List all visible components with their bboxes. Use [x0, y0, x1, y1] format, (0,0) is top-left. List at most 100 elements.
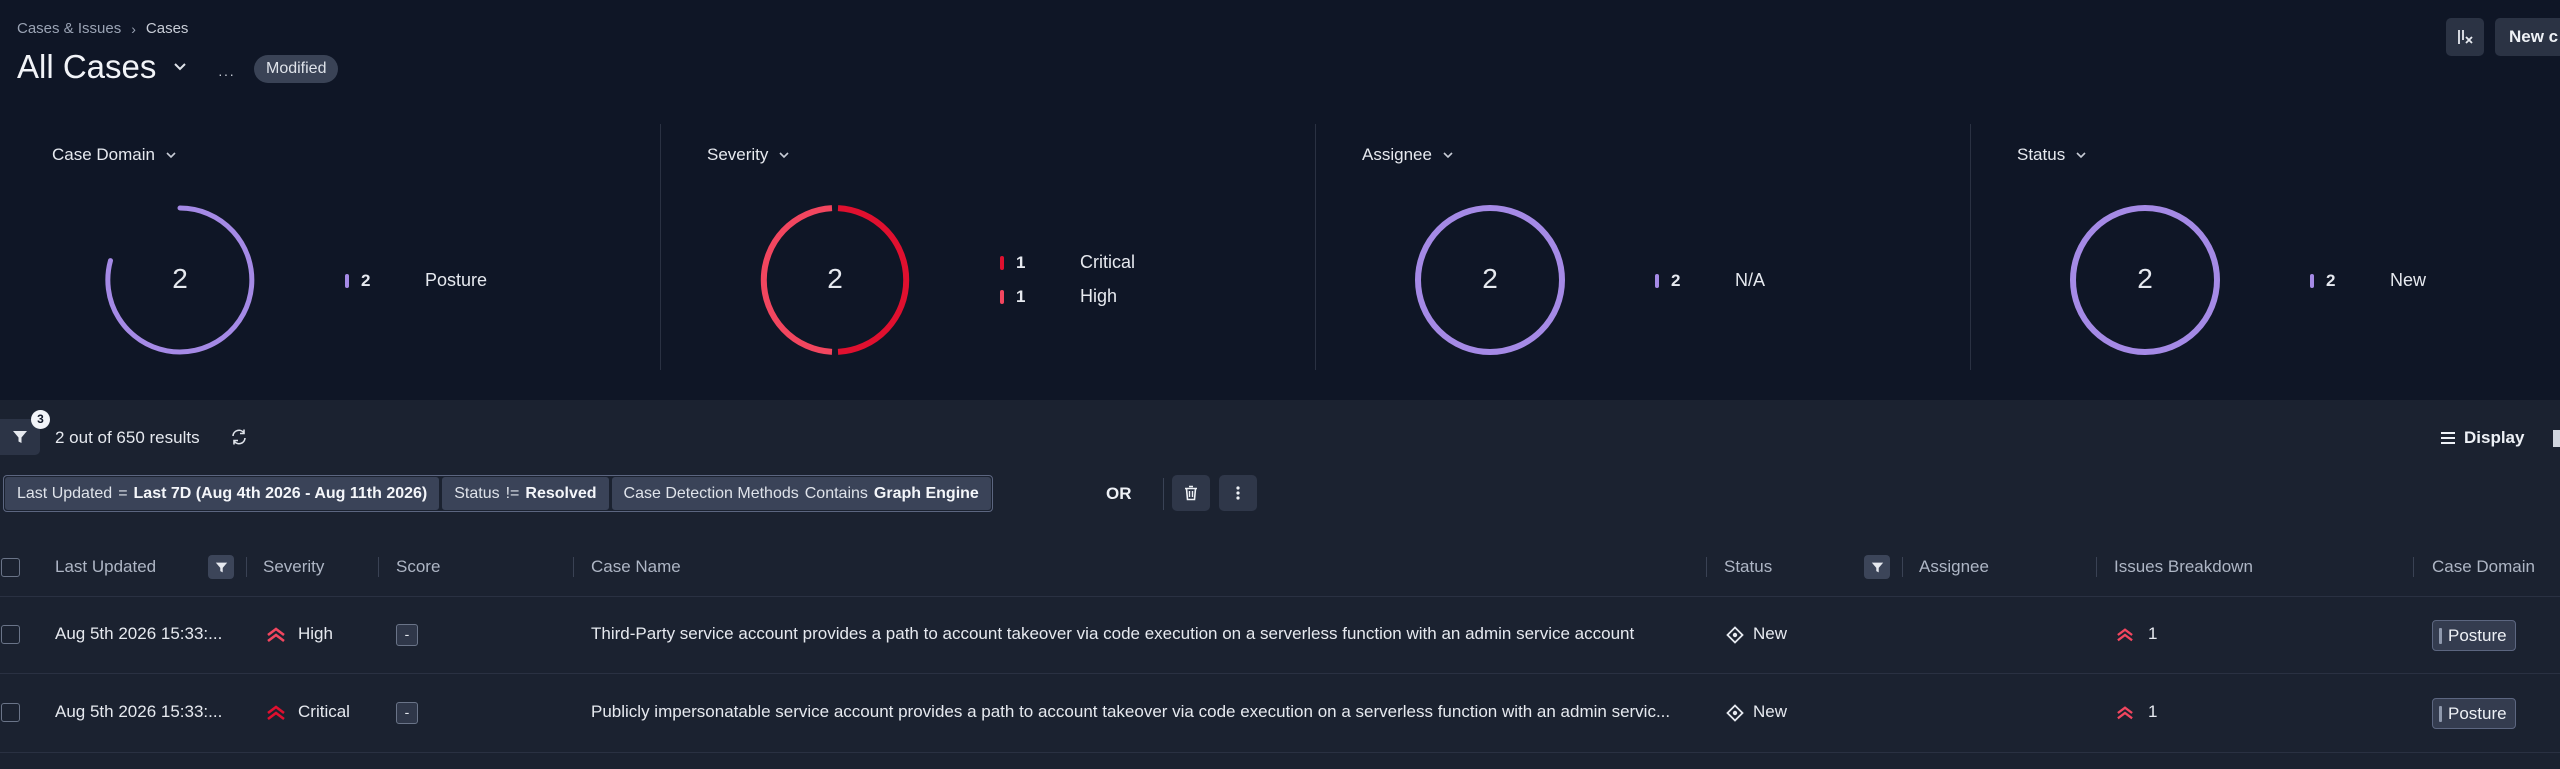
title-chevron-down-icon[interactable] — [172, 58, 188, 79]
filter-field: Status — [454, 484, 500, 502]
column-header-score[interactable]: Score — [396, 557, 440, 577]
widget-title-label: Status — [2017, 145, 2066, 164]
cell-score: - — [396, 624, 418, 646]
more-options-icon[interactable]: ··· — [218, 66, 235, 82]
filter-operator: = — [118, 484, 128, 502]
widget-title-label: Severity — [707, 145, 769, 164]
filter-field: Case Detection Methods — [623, 484, 799, 502]
tag-color-mark — [2439, 705, 2442, 722]
legend-color-bar — [1000, 255, 1004, 270]
tag-color-mark — [2439, 627, 2442, 644]
cell-status: New — [1753, 702, 1788, 721]
column-filter-button[interactable] — [208, 555, 234, 579]
column-header-severity[interactable]: Severity — [263, 557, 324, 577]
results-summary: 2 out of 650 results — [55, 428, 200, 447]
filter-more-button[interactable] — [1219, 475, 1257, 511]
modified-badge: Modified — [254, 55, 339, 83]
column-header-issues-breakdown[interactable]: Issues Breakdown — [2114, 557, 2253, 577]
filter-icon — [215, 562, 227, 572]
row-divider — [0, 673, 2560, 674]
column-filter-button[interactable] — [1864, 555, 1890, 579]
display-label: Display — [2464, 428, 2525, 447]
row-checkbox[interactable] — [1, 625, 20, 644]
filter-group: Last Updated = Last 7D (Aug 4th 2026 - A… — [3, 475, 993, 512]
active-filter-count-badge: 3 — [31, 410, 50, 429]
widget-assignee-title[interactable]: Assignee — [1362, 145, 1454, 165]
column-divider — [2096, 557, 2097, 577]
widget-divider — [1315, 124, 1316, 370]
legend-label: Posture — [425, 270, 488, 290]
new-case-button[interactable]: New c — [2495, 18, 2560, 56]
widget-divider — [660, 124, 661, 370]
column-header-case-domain[interactable]: Case Domain — [2432, 557, 2535, 577]
columns-icon — [2458, 30, 2473, 44]
severity-total: 2 — [827, 263, 843, 294]
tag-label: Posture — [2448, 625, 2507, 645]
filter-chip[interactable]: Last Updated = Last 7D (Aug 4th 2026 - A… — [5, 477, 440, 510]
legend-label: N/A — [1735, 270, 1766, 290]
column-divider — [246, 557, 247, 577]
column-divider — [1902, 557, 1903, 577]
widget-title-label: Case Domain — [52, 145, 155, 164]
column-header-case-name[interactable]: Case Name — [591, 557, 681, 577]
widget-severity-title[interactable]: Severity — [707, 145, 790, 165]
legend-item[interactable]: 1 High — [1000, 286, 1117, 307]
legend-color-bar — [1655, 273, 1659, 288]
filter-chip[interactable]: Status != Resolved — [442, 477, 609, 510]
assignee-total: 2 — [1482, 263, 1498, 294]
breadcrumb: Cases & Issues › Cases — [17, 20, 188, 37]
cell-issues-count: 1 — [2148, 702, 2158, 721]
row-checkbox[interactable] — [1, 703, 20, 722]
column-header-status[interactable]: Status — [1724, 557, 1772, 577]
column-divider — [1706, 557, 1707, 577]
cell-severity: High — [298, 624, 333, 643]
breadcrumb-parent[interactable]: Cases & Issues — [17, 20, 121, 37]
widget-status-title[interactable]: Status — [2017, 145, 2087, 165]
severity-critical-icon — [267, 705, 285, 721]
column-header-last-updated[interactable]: Last Updated — [55, 557, 156, 577]
widget-case-domain-title[interactable]: Case Domain — [52, 145, 177, 165]
legend-label: New — [2390, 270, 2427, 290]
filter-value: Last 7D (Aug 4th 2026 - Aug 11th 2026) — [133, 484, 428, 502]
delete-filters-button[interactable] — [1172, 475, 1210, 511]
legend-item[interactable]: 1 Critical — [1000, 252, 1135, 273]
cell-severity: Critical — [298, 702, 350, 721]
column-divider — [378, 557, 379, 577]
issues-severity-icon — [2117, 706, 2133, 720]
cell-issues-count: 1 — [2148, 624, 2158, 643]
chevron-down-icon — [1443, 152, 1453, 159]
or-group-button[interactable]: OR — [1106, 484, 1132, 504]
filter-operator: != — [505, 484, 520, 502]
cell-case-name[interactable]: Publicly impersonatable service account … — [591, 702, 1691, 722]
widget-divider — [1970, 124, 1971, 370]
overflow-button-edge[interactable] — [2553, 430, 2560, 447]
legend-count: 2 — [361, 270, 371, 290]
filter-chip[interactable]: Case Detection Methods Contains Graph En… — [611, 477, 991, 510]
filter-value: Graph Engine — [873, 484, 979, 502]
cell-case-name[interactable]: Third-Party service account provides a p… — [591, 624, 1691, 644]
legend-item[interactable]: 2 Posture — [345, 270, 487, 291]
refresh-icon[interactable] — [230, 428, 248, 446]
legend-label: High — [1080, 286, 1118, 306]
legend-count: 2 — [1671, 270, 1681, 290]
trash-icon — [1185, 485, 1197, 501]
severity-high-icon — [267, 627, 285, 643]
legend-label: Critical — [1080, 252, 1136, 272]
legend-count: 1 — [1016, 252, 1026, 272]
legend-count: 1 — [1016, 286, 1026, 306]
cell-score: - — [396, 702, 418, 724]
chevron-down-icon — [2076, 152, 2086, 159]
cell-status: New — [1753, 624, 1788, 643]
cell-case-domain-tag: Posture — [2432, 698, 2516, 729]
display-button[interactable]: Display — [2440, 428, 2524, 448]
legend-item[interactable]: 2 N/A — [1655, 270, 1765, 291]
column-settings-button[interactable] — [2446, 18, 2484, 56]
column-header-assignee[interactable]: Assignee — [1919, 557, 1989, 577]
legend-color-bar — [1000, 289, 1004, 304]
column-divider — [573, 557, 574, 577]
legend-count: 2 — [2326, 270, 2336, 290]
list-icon — [2441, 432, 2455, 444]
legend-item[interactable]: 2 New — [2310, 270, 2426, 291]
select-all-checkbox[interactable] — [1, 558, 20, 577]
status-new-icon — [1726, 626, 1744, 644]
